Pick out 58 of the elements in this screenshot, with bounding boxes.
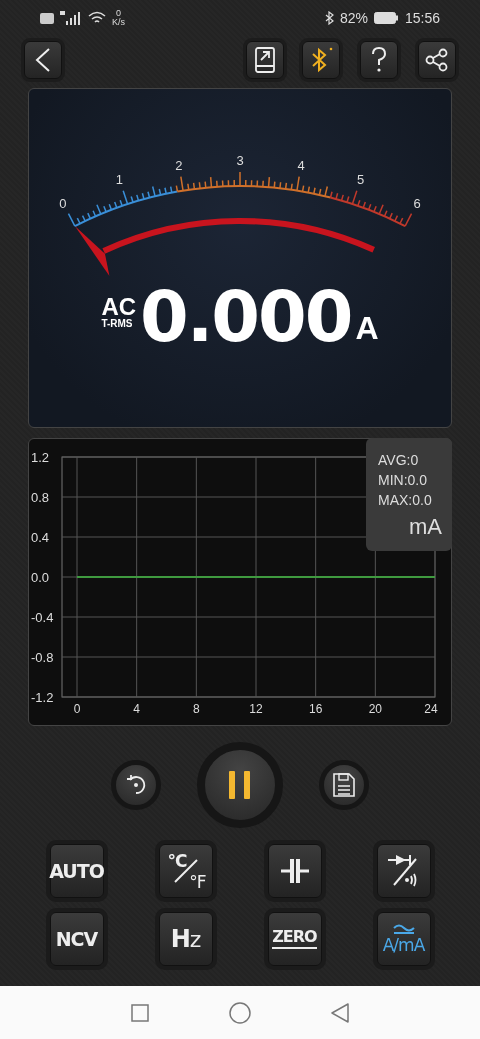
battery-icon <box>373 12 399 24</box>
back-button[interactable] <box>24 41 62 79</box>
scale-label: 0 <box>59 196 67 211</box>
bluetooth-icon <box>324 11 334 25</box>
y-tick-label: -0.4 <box>31 610 54 625</box>
back-icon <box>34 47 52 73</box>
scale-label: 5 <box>356 172 365 188</box>
y-tick-label: 0.0 <box>31 570 50 585</box>
fahrenheit-label: °F <box>189 874 206 891</box>
stat-text: MIN:0.0 <box>378 472 428 488</box>
share-button[interactable] <box>418 41 456 79</box>
reset-button[interactable] <box>111 760 161 810</box>
mode-label: AC <box>101 296 137 318</box>
x-tick-label: 0 <box>73 702 81 716</box>
y-tick-label: -1.2 <box>31 690 54 705</box>
stat-text: MAX:0.0 <box>378 492 433 508</box>
signal-icon <box>60 11 82 25</box>
scale-label: 6 <box>413 196 421 211</box>
back-icon[interactable] <box>331 1002 349 1023</box>
scale-label: 3 <box>236 153 244 168</box>
x-tick-label: 4 <box>133 702 140 716</box>
capacitor-icon <box>280 858 309 884</box>
x-tick-label: 24 <box>424 702 438 716</box>
export-icon <box>255 47 275 73</box>
x-tick-label: 20 <box>368 702 382 716</box>
scale-label: 2 <box>175 157 183 173</box>
x-tick-label: 16 <box>309 702 323 716</box>
speed-value: 0 <box>116 9 121 18</box>
share-icon <box>425 48 449 72</box>
scale-label: 1 <box>115 172 124 188</box>
help-icon <box>371 47 387 73</box>
export-button[interactable] <box>246 41 284 79</box>
celsius-label: °C <box>167 853 187 870</box>
help-button[interactable] <box>360 41 398 79</box>
scale-label: 4 <box>297 157 305 173</box>
save-button[interactable] <box>319 760 369 810</box>
recent-apps-icon[interactable] <box>131 1003 149 1022</box>
ac-icon <box>392 924 415 934</box>
x-tick-label: 12 <box>249 702 263 716</box>
save-icon <box>333 773 355 797</box>
y-tick-label: -0.8 <box>31 650 54 665</box>
reading-value: 0.000 <box>140 281 352 353</box>
x-tick-label: 8 <box>193 702 200 716</box>
y-tick-label: 0.8 <box>31 490 50 505</box>
y-tick-label: 0.4 <box>31 530 50 545</box>
clock: 15:56 <box>404 10 440 26</box>
stats-unit: mA <box>409 514 442 540</box>
reset-icon <box>124 773 148 797</box>
y-tick-label: 1.2 <box>31 450 50 465</box>
bluetooth-button[interactable] <box>302 41 340 79</box>
home-icon[interactable] <box>229 1001 251 1024</box>
reading-unit: A <box>355 310 379 347</box>
mode-detail: T-RMS <box>101 318 133 329</box>
battery-percent: 82% <box>339 10 368 26</box>
wifi-icon <box>88 11 106 25</box>
pause-icon <box>227 770 253 800</box>
stat-text: AVG:0 <box>378 452 420 468</box>
speed-unit: K/s <box>112 18 125 27</box>
